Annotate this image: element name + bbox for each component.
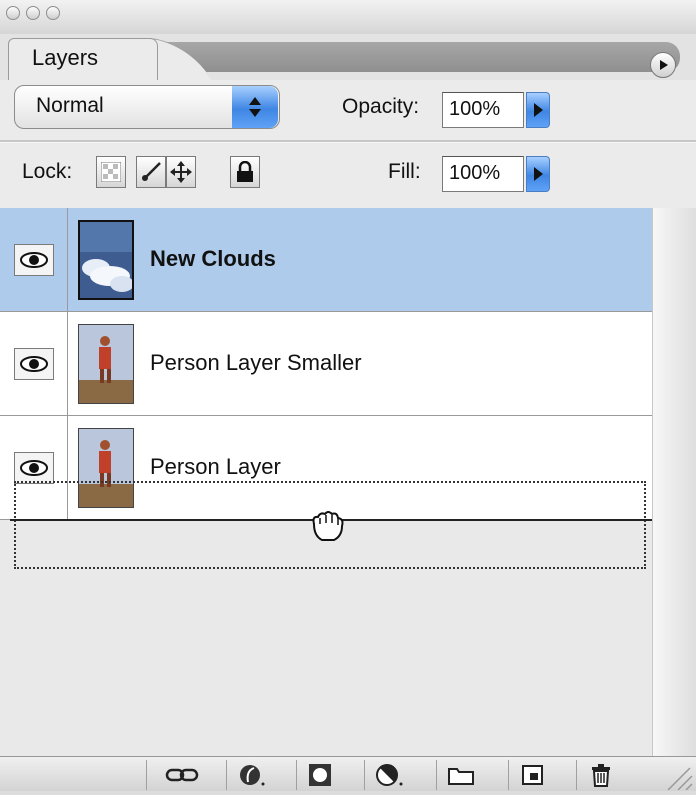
opacity-field[interactable]: 100% [442, 92, 524, 128]
options-divider [0, 140, 696, 143]
link-icon [165, 768, 198, 782]
layer-row-person-layer-smaller[interactable]: Person Layer Smaller [0, 312, 652, 416]
blend-mode-value: Normal [36, 94, 104, 117]
triangle-right-icon [533, 103, 543, 117]
lock-position-button[interactable] [166, 156, 196, 188]
brush-icon [142, 162, 161, 181]
trash-icon [591, 764, 610, 787]
lock-all-button[interactable] [230, 156, 260, 188]
visibility-toggle[interactable] [14, 244, 54, 276]
opacity-label: Opacity: [342, 95, 420, 118]
person-thumbnail-image [79, 325, 133, 403]
new-layer-button[interactable] [508, 760, 556, 790]
padlock-icon [237, 161, 253, 182]
chevron-down-icon [249, 109, 261, 117]
checkerboard-icon [101, 162, 121, 182]
layer-row-new-clouds[interactable]: New Clouds [0, 208, 652, 312]
adjustment-layer-icon [375, 764, 402, 786]
link-layers-button[interactable] [146, 760, 216, 790]
resize-grip-icon [667, 767, 693, 791]
layer-name: Person Layer Smaller [150, 350, 362, 375]
fill-label: Fill: [388, 160, 421, 183]
eye-icon [20, 356, 48, 372]
move-icon [170, 161, 192, 183]
layer-mask-icon [308, 764, 331, 786]
eye-icon [20, 252, 48, 268]
clouds-thumbnail-image [80, 222, 134, 298]
adjustment-layer-button[interactable] [364, 760, 412, 790]
grab-hand-cursor-icon [308, 510, 348, 549]
blend-mode-stepper[interactable] [232, 86, 278, 128]
layers-scrollbar[interactable] [652, 208, 696, 756]
opacity-slider-button[interactable] [526, 92, 550, 128]
lock-image-pixels-button[interactable] [136, 156, 166, 188]
minimize-button[interactable] [26, 6, 40, 20]
play-arrow-icon [660, 60, 668, 70]
visibility-toggle[interactable] [14, 452, 54, 484]
window-titlebar [0, 0, 696, 35]
layer-style-icon [239, 765, 264, 786]
layer-thumbnail [78, 324, 134, 404]
visibility-cell[interactable] [0, 312, 68, 415]
delete-layer-button[interactable] [576, 760, 624, 790]
layer-thumbnail [78, 220, 134, 300]
new-group-button[interactable] [436, 760, 484, 790]
layer-name: New Clouds [150, 246, 276, 271]
tab-layers-label: Layers [32, 45, 99, 70]
new-layer-icon [521, 765, 543, 785]
lock-transparency-button[interactable] [96, 156, 126, 188]
visibility-cell[interactable] [0, 208, 68, 311]
eye-icon [20, 460, 48, 476]
close-button[interactable] [6, 6, 20, 20]
fill-slider-button[interactable] [526, 156, 550, 192]
layer-name: Person Layer [150, 454, 281, 479]
layer-mask-button[interactable] [296, 760, 344, 790]
triangle-right-icon [533, 167, 543, 181]
fill-field[interactable]: 100% [442, 156, 524, 192]
zoom-button[interactable] [46, 6, 60, 20]
chevron-up-icon [249, 97, 261, 105]
panel-menu-button[interactable] [650, 52, 676, 78]
visibility-toggle[interactable] [14, 348, 54, 380]
resize-grip[interactable] [654, 760, 694, 791]
lock-label: Lock: [22, 160, 73, 183]
folder-icon [447, 768, 474, 785]
layer-style-button[interactable] [226, 760, 274, 790]
tab-rail [160, 42, 680, 72]
